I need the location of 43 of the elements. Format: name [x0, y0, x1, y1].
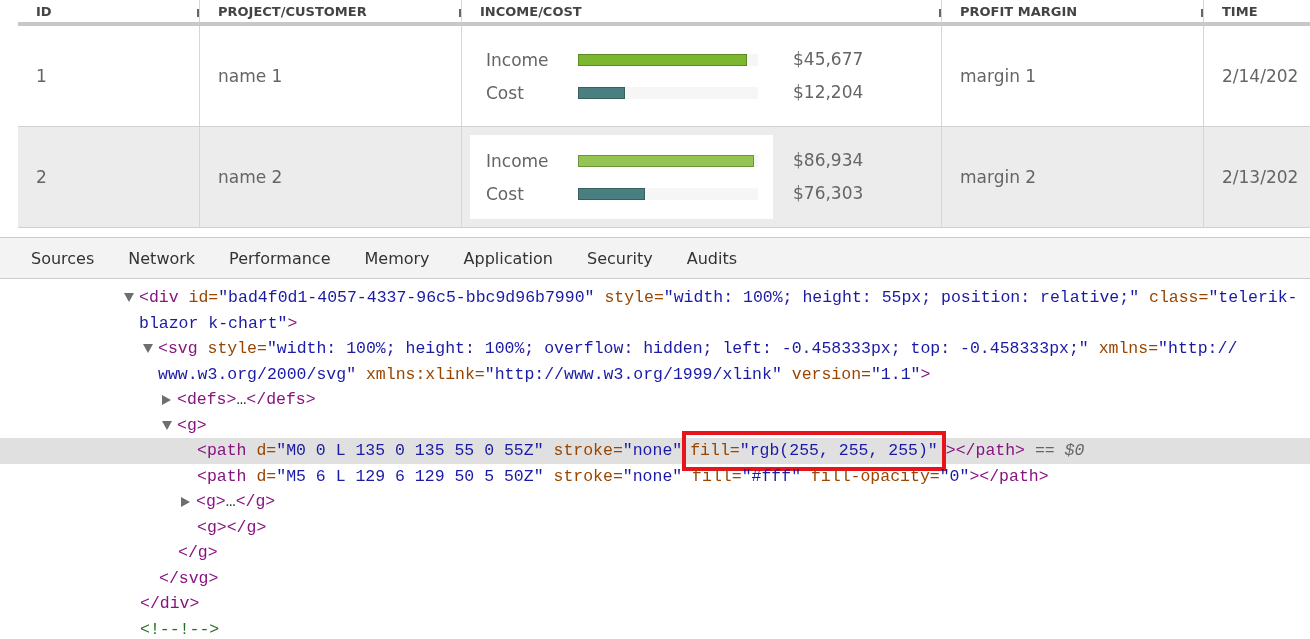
- code-line[interactable]: </svg>: [159, 565, 1300, 591]
- column-header[interactable]: TIME: [1222, 3, 1258, 19]
- devtools-tab[interactable]: Performance: [212, 238, 348, 278]
- column-header[interactable]: INCOME/COST: [480, 3, 582, 19]
- expanded-triangle-icon[interactable]: [162, 420, 172, 430]
- table-cell: 1: [36, 66, 47, 86]
- bar-label: Income: [486, 150, 550, 171]
- table-cell: margin 1: [960, 66, 1037, 86]
- code-line[interactable]: <!--!-->: [140, 616, 1300, 639]
- devtools-tab[interactable]: Network: [111, 238, 213, 278]
- bar-value: $45,677: [793, 48, 864, 71]
- code-line[interactable]: <defs>…</defs>: [177, 387, 1300, 413]
- bar-label: Income: [486, 49, 550, 70]
- table-cell: 2: [36, 167, 47, 187]
- bar-value: $12,204: [793, 81, 864, 104]
- bar-value: $76,303: [793, 182, 864, 205]
- table-row[interactable]: 2 name 2 Income Cost $86,934 $76,303 margin 2 2/13/202: [18, 127, 1310, 228]
- code-line[interactable]: <g>…</g>: [196, 489, 1300, 515]
- code-line[interactable]: </div>: [140, 591, 1300, 617]
- column-header[interactable]: PROFIT MARGIN: [960, 3, 1078, 19]
- table-cell: name 2: [218, 167, 283, 187]
- table-cell: 2/14/202: [1222, 66, 1299, 86]
- code-line[interactable]: </g>: [178, 540, 1300, 566]
- bar-label: Cost: [486, 82, 525, 103]
- devtools-tab[interactable]: Application: [446, 238, 570, 278]
- collapsed-triangle-icon[interactable]: [162, 395, 171, 405]
- devtools-tab[interactable]: Sources: [14, 238, 112, 278]
- table-cell: margin 2: [960, 167, 1037, 187]
- code-line[interactable]: <g></g>: [197, 514, 1300, 540]
- code-line[interactable]: <svg style="width: 100%; height: 100%; overflow: hidden; left: -0.458333px; top: -0.458333px;" xmlns="http:// www.w3.org/2000/svg" xmlns:xlink="http://www.w3.org/1999/xlink" version="1.1">: [158, 336, 1300, 387]
- column-header[interactable]: ID: [36, 3, 52, 19]
- column-header[interactable]: PROJECT/CUSTOMER: [218, 3, 367, 19]
- devtools-tab[interactable]: Security: [570, 238, 670, 278]
- expanded-triangle-icon[interactable]: [124, 293, 134, 302]
- code-line[interactable]: <div id="bad4f0d1-4057-4337-96c5-bbc9d96b7990" style="width: 100%; height: 55px; position: relative;" class="telerik-blazor k-chart">: [139, 285, 1300, 336]
- devtools-tab[interactable]: Memory: [347, 238, 447, 278]
- bar-value: $86,934: [793, 149, 864, 172]
- bar-label: Cost: [486, 183, 525, 204]
- table-cell: 2/13/202: [1222, 167, 1299, 187]
- collapsed-triangle-icon[interactable]: [181, 497, 190, 507]
- table-cell: name 1: [218, 66, 283, 86]
- devtools-tab[interactable]: Audits: [669, 238, 754, 278]
- expanded-triangle-icon[interactable]: [143, 344, 153, 353]
